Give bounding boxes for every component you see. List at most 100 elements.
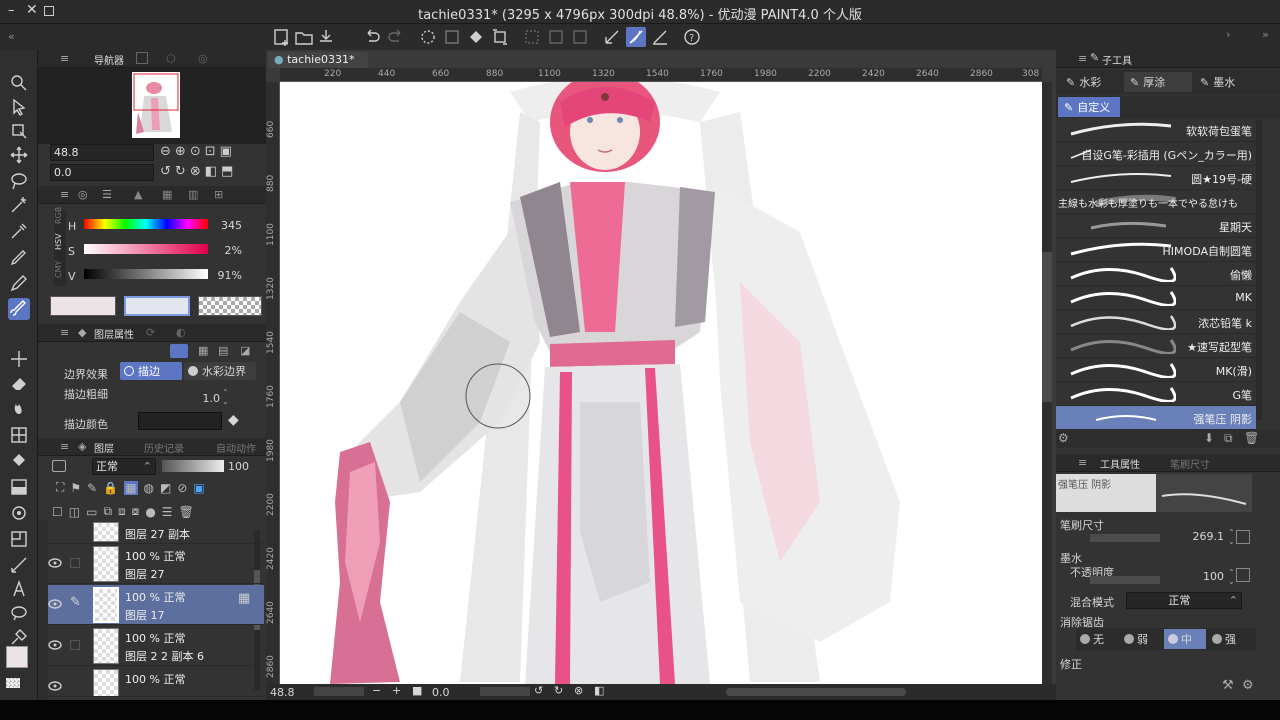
- reference-layer-icon[interactable]: ⚑: [70, 481, 81, 495]
- layer-style-icon[interactable]: ◪: [240, 344, 250, 357]
- rgb-tab[interactable]: RGB: [54, 207, 63, 224]
- visibility-eye-icon[interactable]: [48, 681, 62, 691]
- reset-rotation-icon[interactable]: ⊗: [190, 164, 201, 179]
- tag-tab-icon[interactable]: ◎: [198, 52, 208, 65]
- fill-icon[interactable]: [466, 27, 486, 47]
- deselect-icon[interactable]: [522, 27, 542, 47]
- gradient-tool-icon[interactable]: [8, 476, 30, 498]
- color-wheel-tab-icon[interactable]: ◎: [78, 188, 88, 201]
- auto-action-tab[interactable]: 自动动作: [216, 440, 256, 455]
- redo-icon[interactable]: [386, 27, 406, 47]
- navigator-tab[interactable]: 导航器: [94, 52, 124, 67]
- brush-item-7[interactable]: MK: [1056, 286, 1256, 310]
- layer-info-tab-icon[interactable]: ◐: [176, 326, 186, 339]
- open-file-icon[interactable]: [294, 27, 314, 47]
- layer-check[interactable]: [70, 640, 80, 650]
- zoom-in-icon[interactable]: ⊕: [175, 144, 186, 159]
- visibility-eye-icon[interactable]: [48, 558, 62, 568]
- rotate-ccw-icon[interactable]: ↺: [534, 684, 543, 697]
- aa-strong-option[interactable]: 强: [1208, 629, 1250, 649]
- brush-size-value[interactable]: 269.1: [1184, 530, 1225, 543]
- snap-special-ruler-icon[interactable]: [626, 27, 646, 47]
- brush-item-8[interactable]: 浓芯铅笔 k: [1056, 310, 1256, 334]
- rotation-field[interactable]: 0.0: [50, 164, 154, 181]
- zoom-field[interactable]: 48.8: [50, 144, 154, 161]
- collapse-right-icon[interactable]: ›: [1226, 28, 1230, 41]
- color-history-tab-icon[interactable]: ⊞: [214, 188, 223, 201]
- aa-weak-option[interactable]: 弱: [1120, 629, 1162, 649]
- navigator-preview[interactable]: [38, 68, 266, 144]
- aa-none-option[interactable]: 无: [1076, 629, 1118, 649]
- snap-grid-icon[interactable]: [650, 27, 670, 47]
- transparent-color-chip[interactable]: [198, 296, 262, 316]
- brush-item-10[interactable]: MK(滑): [1056, 358, 1256, 382]
- zoom-in-button-icon[interactable]: +: [392, 684, 401, 697]
- flip-canvas-icon[interactable]: ◧: [594, 684, 604, 697]
- apply-mask-icon[interactable]: ⧇: [132, 504, 140, 519]
- layer-row-27[interactable]: 100 % 正常 图层 27: [48, 544, 264, 584]
- text-tool-icon[interactable]: [8, 578, 30, 600]
- layer-row-17-selected[interactable]: ✎ 100 % 正常 图层 17 ▦: [48, 585, 264, 625]
- stroke-color-chip[interactable]: [138, 412, 222, 430]
- flip-vertical-icon[interactable]: ⬒: [221, 164, 233, 179]
- brush-item-6[interactable]: 偷懒: [1056, 262, 1256, 286]
- new-folder-icon[interactable]: ▭: [86, 505, 97, 519]
- eraser-tool-icon[interactable]: [8, 372, 30, 394]
- zoom-out-button-icon[interactable]: −: [372, 684, 381, 697]
- balloon-tool-icon[interactable]: [8, 602, 30, 624]
- ruler-tool-icon[interactable]: [8, 554, 30, 576]
- reset-angle-icon[interactable]: ⊗: [574, 684, 583, 697]
- saturation-slider[interactable]: [84, 244, 208, 254]
- blend-tool-icon[interactable]: [8, 398, 30, 420]
- subtool-settings-icon[interactable]: ⚙: [1058, 431, 1069, 445]
- layer-row-22-copy-6[interactable]: 100 % 正常 图层 2 2 副本 6: [48, 626, 264, 666]
- lock-icon[interactable]: 🔒: [103, 481, 118, 495]
- pen-tool-icon[interactable]: [8, 246, 30, 268]
- eyedropper-tool-icon[interactable]: [8, 220, 30, 242]
- watercolor-tab[interactable]: ✎ 水彩: [1060, 72, 1122, 92]
- stroke-option-button[interactable]: 描边: [120, 362, 182, 380]
- document-tab[interactable]: ● tachie0331*: [268, 52, 368, 68]
- approximate-color-tab-icon[interactable]: ▥: [188, 188, 198, 201]
- canvas-zoom-readout[interactable]: 48.8: [270, 686, 295, 699]
- brush-item-3[interactable]: 主線も水彩も厚塗りも一本でやる怠けも: [1056, 190, 1256, 214]
- brush-item-12-selected[interactable]: 强笔压 阴影: [1056, 406, 1256, 430]
- palette-color-icon[interactable]: ▣: [193, 481, 204, 495]
- brush-item-4[interactable]: 星期天: [1056, 214, 1256, 238]
- brush-blend-mode-select[interactable]: 正常 ⌃: [1126, 592, 1242, 609]
- fit-window-icon[interactable]: ▣: [220, 144, 232, 159]
- airbrush-tool-icon[interactable]: [8, 348, 30, 370]
- ruler-show-icon[interactable]: ◩: [160, 481, 171, 495]
- decoration-tool-icon[interactable]: [8, 502, 30, 524]
- brush-item-5[interactable]: HIMODA自制圆笔: [1056, 238, 1256, 262]
- frame-tool-icon[interactable]: [8, 528, 30, 550]
- visibility-eye-icon[interactable]: [48, 640, 62, 650]
- history-tab[interactable]: 历史记录: [144, 440, 184, 455]
- magic-wand-tool-icon[interactable]: [8, 194, 30, 216]
- rotate-cw-icon[interactable]: ↻: [554, 684, 563, 697]
- blend-mode-select[interactable]: 正常 ⌃: [92, 458, 156, 475]
- brush-opacity-pressure-icon[interactable]: [1236, 568, 1250, 582]
- new-vector-layer-icon[interactable]: ◫: [69, 505, 80, 519]
- brush-opacity-value[interactable]: 100: [1184, 570, 1224, 583]
- color-set-tab-icon[interactable]: ▲: [134, 188, 142, 201]
- lock-transparent-icon[interactable]: ▦: [124, 480, 138, 495]
- stroke-width-spinner-icon[interactable]: ⌃ ⌄: [222, 388, 229, 406]
- show-selection-icon[interactable]: [570, 27, 590, 47]
- mask-enable-icon[interactable]: ◍: [144, 481, 154, 495]
- help-icon[interactable]: ?: [682, 27, 702, 47]
- hsv-tab[interactable]: HSV: [54, 233, 63, 250]
- layer-opacity-slider[interactable]: [162, 460, 224, 472]
- brush-item-2[interactable]: 圆★19号-硬: [1056, 166, 1256, 190]
- layer-settings-icon[interactable]: ☰: [162, 505, 173, 519]
- new-file-icon[interactable]: [272, 27, 292, 47]
- ink-tab[interactable]: ✎ 墨水: [1194, 72, 1262, 92]
- subview-tab-icon[interactable]: [136, 52, 148, 64]
- brush-size-pressure-icon[interactable]: [1236, 530, 1250, 544]
- rotate-right-icon[interactable]: ↻: [175, 164, 186, 179]
- brush-item-9[interactable]: ★速写起型笔: [1056, 334, 1256, 358]
- canvas-horizontal-scrollbar[interactable]: [726, 688, 906, 696]
- stroke-width-value[interactable]: 1.0: [198, 392, 221, 405]
- layer-opacity-value[interactable]: 100: [228, 460, 249, 473]
- layer-search-tab-icon[interactable]: ⟳: [146, 326, 155, 339]
